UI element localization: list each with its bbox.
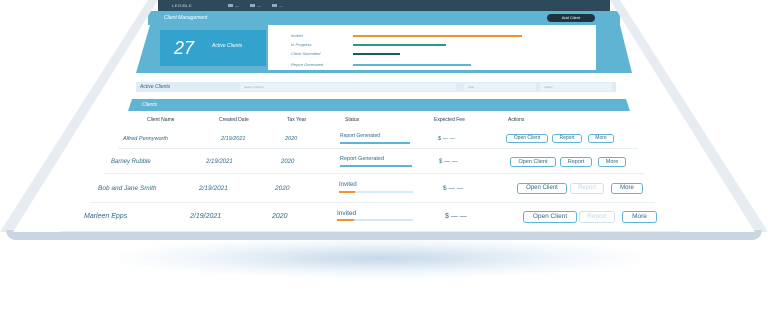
tax-year-cell: 2020 xyxy=(285,136,298,142)
open-client-button[interactable]: Open Client xyxy=(506,134,548,143)
expected-fee-cell: $ — — xyxy=(439,159,458,165)
created-date-cell: 2/19/2021 xyxy=(199,185,228,192)
status-count-label: Report Generated xyxy=(291,62,324,67)
status-progress-bar xyxy=(340,142,410,144)
status-count-label: Invited xyxy=(291,33,303,38)
status-count-label: In Progress xyxy=(291,42,312,47)
row-divider xyxy=(118,148,638,149)
active-clients-label: Active Clients xyxy=(212,43,243,49)
active-clients-card: 27 Active Clients xyxy=(160,30,266,66)
tax-year-cell: 2020 xyxy=(272,213,288,220)
status-progress-bar xyxy=(340,165,412,167)
status-progress-fill xyxy=(339,191,356,194)
status-count-bar xyxy=(353,35,522,37)
row-divider xyxy=(60,231,680,232)
filter-bar: Active Clients Search Clients Year Statu… xyxy=(136,82,616,92)
add-client-button[interactable]: Add Client xyxy=(547,14,595,22)
status-select[interactable]: Status xyxy=(540,83,612,91)
report-button[interactable]: Report xyxy=(570,183,604,194)
created-date-cell: 2/19/2021 xyxy=(206,159,233,165)
column-header-created-date[interactable]: Created Date xyxy=(219,117,249,123)
clients-title: Clients xyxy=(142,102,158,108)
top-nav-bar: LEGIBLE — — — xyxy=(158,0,610,11)
status-count-bar xyxy=(353,53,400,55)
status-progress-fill xyxy=(340,142,410,144)
nav-icon xyxy=(228,4,233,8)
tax-year-cell: 2020 xyxy=(281,159,295,165)
more-button[interactable]: More xyxy=(588,134,614,143)
device-shadow xyxy=(120,238,640,278)
client-name-cell[interactable]: Barney Rubble xyxy=(111,159,151,165)
created-date-cell: 2/19/2021 xyxy=(221,136,246,142)
more-button[interactable]: More xyxy=(598,157,626,167)
column-header-expected-fee[interactable]: Expected Fee xyxy=(434,117,465,123)
app-logo[interactable]: LEGIBLE xyxy=(172,3,192,8)
active-clients-count: 27 xyxy=(174,38,195,58)
row-divider xyxy=(90,202,655,203)
page-header: Client Management Add Client xyxy=(148,11,620,25)
status-text: Report Generated xyxy=(340,156,385,162)
status-text: Report Generated xyxy=(340,133,381,139)
app-screen: LEGIBLE — — — Client Management Add Clie… xyxy=(13,0,755,232)
open-client-button[interactable]: Open Client xyxy=(523,211,577,223)
nav-icon xyxy=(272,4,277,8)
expected-fee-cell: $ — — xyxy=(443,185,464,192)
client-name-cell[interactable]: Alfred Pennyworth xyxy=(123,136,168,142)
nav-item-3[interactable]: — xyxy=(272,3,283,8)
client-name-cell[interactable]: Marleen Epps xyxy=(84,213,127,220)
report-button[interactable]: Report xyxy=(552,134,582,143)
more-button[interactable]: More xyxy=(622,211,657,223)
expected-fee-cell: $ — — xyxy=(438,136,456,142)
status-text: Invited xyxy=(337,210,357,217)
column-header-actions: Actions xyxy=(508,117,525,123)
search-input[interactable]: Search Clients xyxy=(240,83,456,91)
open-client-button[interactable]: Open Client xyxy=(517,183,567,194)
nav-item-1[interactable]: — xyxy=(228,3,239,8)
open-client-button[interactable]: Open Client xyxy=(510,157,556,167)
expected-fee-cell: $ — — xyxy=(445,213,467,220)
filter-label: Active Clients xyxy=(140,84,171,90)
status-count-bar xyxy=(353,64,471,66)
page-title: Client Management xyxy=(164,15,208,21)
status-progress-bar xyxy=(337,219,413,222)
column-header-tax-year[interactable]: Tax Year xyxy=(287,117,306,123)
row-divider xyxy=(104,173,644,174)
tax-year-cell: 2020 xyxy=(275,185,290,192)
nav-item-2[interactable]: — xyxy=(250,3,261,8)
report-button[interactable]: Report xyxy=(579,211,615,223)
client-name-cell[interactable]: Bob and Jane Smith xyxy=(98,185,157,192)
nav-icon xyxy=(250,4,255,8)
more-button[interactable]: More xyxy=(611,183,643,194)
column-header-status[interactable]: Status xyxy=(345,117,359,123)
status-count-label: Client Submitted xyxy=(291,51,321,56)
created-date-cell: 2/19/2021 xyxy=(190,213,222,220)
column-header-client-name[interactable]: Client Name xyxy=(147,117,175,123)
status-progress-bar xyxy=(339,191,413,194)
year-select[interactable]: Year xyxy=(464,83,536,91)
report-button[interactable]: Report xyxy=(560,157,592,167)
status-progress-fill xyxy=(340,165,412,167)
clients-section-header: Clients xyxy=(128,99,630,111)
status-count-bar xyxy=(353,44,446,46)
status-text: Invited xyxy=(339,182,357,188)
status-progress-fill xyxy=(337,219,354,222)
